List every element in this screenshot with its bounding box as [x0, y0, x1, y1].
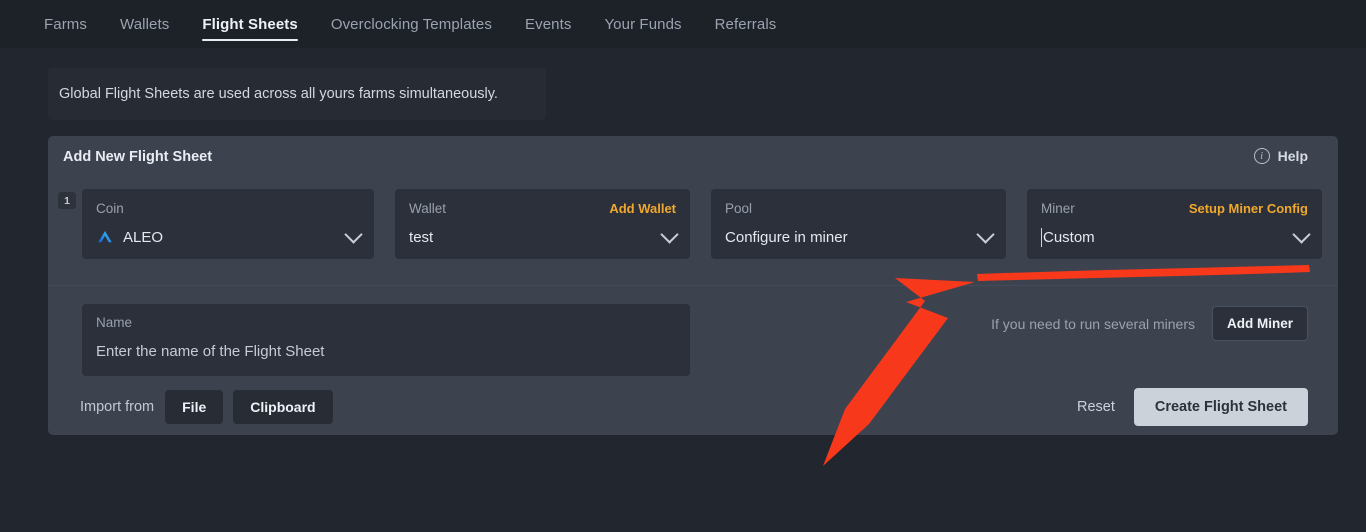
coin-field-header: Coin	[96, 199, 360, 217]
nav-tab-label: Farms	[44, 16, 87, 33]
miner-field-header: Miner Setup Miner Config	[1041, 199, 1308, 217]
miner-field-body: Custom	[1041, 220, 1308, 254]
nav-tab-overclocking-templates[interactable]: Overclocking Templates	[331, 0, 492, 48]
nav-tab-flight-sheets[interactable]: Flight Sheets	[202, 0, 297, 48]
section-divider	[48, 285, 1338, 286]
name-placeholder: Enter the name of the Flight Sheet	[96, 343, 676, 360]
nav-tab-label: Overclocking Templates	[331, 16, 492, 33]
miner-select[interactable]: Miner Setup Miner Config Custom	[1027, 189, 1322, 259]
add-miner-hint: If you need to run several miners	[991, 316, 1195, 332]
create-flight-sheet-button[interactable]: Create Flight Sheet	[1134, 388, 1308, 426]
nav-tab-farms[interactable]: Farms	[44, 0, 87, 48]
import-clipboard-button[interactable]: Clipboard	[233, 390, 332, 424]
footer-actions: Reset Create Flight Sheet	[1077, 388, 1308, 426]
coin-select[interactable]: Coin ALEO	[82, 189, 374, 259]
pool-label: Pool	[725, 201, 752, 216]
top-navigation-bar: Farms Wallets Flight Sheets Overclocking…	[0, 0, 1366, 48]
reset-button[interactable]: Reset	[1077, 399, 1115, 415]
card-title: Add New Flight Sheet	[63, 149, 212, 165]
info-circle-icon: i	[1254, 148, 1270, 164]
nav-tab-label: Wallets	[120, 16, 169, 33]
nav-tab-label: Events	[525, 16, 571, 33]
miner-label: Miner	[1041, 201, 1075, 216]
selector-row: Coin ALEO Wallet Add Wallet test	[82, 189, 1322, 259]
add-wallet-link[interactable]: Add Wallet	[609, 201, 676, 216]
miner-value: Custom	[1043, 229, 1095, 246]
pool-field-body: Configure in miner	[725, 220, 992, 254]
nav-tab-your-funds[interactable]: Your Funds	[604, 0, 681, 48]
chevron-down-icon[interactable]	[976, 225, 994, 243]
import-row: Import from File Clipboard	[80, 390, 333, 424]
nav-tab-label: Referrals	[715, 16, 777, 33]
step-number-badge: 1	[58, 192, 76, 209]
help-label: Help	[1278, 148, 1308, 164]
chevron-down-icon[interactable]	[660, 225, 678, 243]
nav-tab-label: Your Funds	[604, 16, 681, 33]
import-from-label: Import from	[80, 399, 154, 415]
add-flight-sheet-card: Add New Flight Sheet i Help 1 Coin ALEO	[48, 136, 1338, 435]
info-banner-text: Global Flight Sheets are used across all…	[59, 86, 498, 102]
chevron-down-icon[interactable]	[344, 225, 362, 243]
wallet-label: Wallet	[409, 201, 446, 216]
card-header: Add New Flight Sheet i Help	[48, 136, 1338, 182]
text-cursor	[1041, 228, 1042, 247]
pool-field-header: Pool	[725, 199, 992, 217]
wallet-select[interactable]: Wallet Add Wallet test	[395, 189, 690, 259]
nav-tab-wallets[interactable]: Wallets	[120, 0, 169, 48]
wallet-field-header: Wallet Add Wallet	[409, 199, 676, 217]
flight-sheet-name-input[interactable]: Name Enter the name of the Flight Sheet	[82, 304, 690, 376]
add-miner-button[interactable]: Add Miner	[1212, 306, 1308, 341]
coin-field-body: ALEO	[96, 220, 360, 254]
wallet-field-body: test	[409, 220, 676, 254]
pool-value: Configure in miner	[725, 229, 848, 246]
import-file-button[interactable]: File	[165, 390, 223, 424]
info-banner: Global Flight Sheets are used across all…	[48, 68, 546, 120]
chevron-down-icon[interactable]	[1292, 225, 1310, 243]
nav-tab-label: Flight Sheets	[202, 16, 297, 33]
add-miner-row: If you need to run several miners Add Mi…	[991, 306, 1308, 341]
nav-tab-referrals[interactable]: Referrals	[715, 0, 777, 48]
aleo-coin-icon	[96, 228, 114, 246]
setup-miner-config-link[interactable]: Setup Miner Config	[1189, 201, 1308, 216]
pool-select[interactable]: Pool Configure in miner	[711, 189, 1006, 259]
name-label: Name	[96, 315, 676, 330]
coin-value: ALEO	[123, 229, 163, 246]
coin-label: Coin	[96, 201, 124, 216]
nav-tabs: Farms Wallets Flight Sheets Overclocking…	[44, 0, 776, 48]
wallet-value: test	[409, 229, 433, 246]
help-button[interactable]: i Help	[1254, 148, 1308, 164]
nav-tab-events[interactable]: Events	[525, 0, 571, 48]
